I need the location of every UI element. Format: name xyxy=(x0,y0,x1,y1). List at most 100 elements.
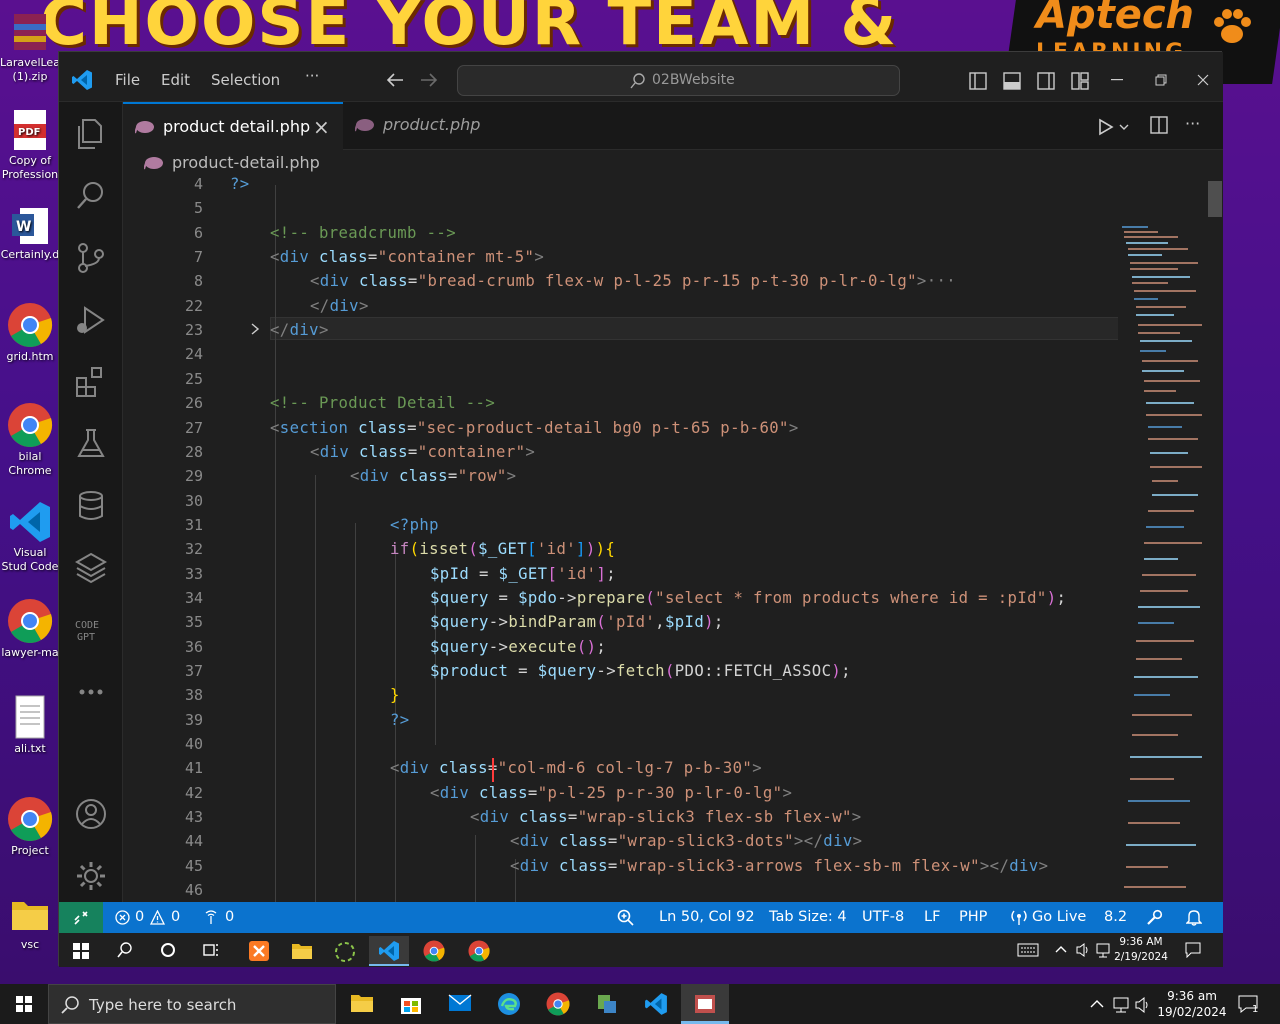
taskbar-mail[interactable] xyxy=(436,984,484,1024)
line-ending[interactable]: LF xyxy=(924,909,940,925)
keyboard-icon[interactable] xyxy=(1017,943,1039,957)
clock-date: 19/02/2024 xyxy=(1157,1005,1227,1019)
toggle-primary-sidebar-icon[interactable] xyxy=(969,72,987,90)
database-icon[interactable] xyxy=(73,488,109,524)
taskbar-vscode[interactable] xyxy=(369,936,409,966)
go-live-button[interactable]: Go Live xyxy=(1032,909,1086,925)
warning-icon[interactable] xyxy=(150,910,165,925)
chevron-down-icon[interactable] xyxy=(1118,122,1130,132)
desktop-icon-project[interactable]: Project xyxy=(0,796,60,858)
php-version[interactable]: 8.2 xyxy=(1104,909,1127,925)
accounts-icon[interactable] xyxy=(73,796,109,832)
taskbar-xampp[interactable] xyxy=(239,936,279,966)
notification-icon[interactable] xyxy=(1185,942,1201,958)
windows-start-icon[interactable] xyxy=(16,996,32,1012)
desktop-icon-grid-htm[interactable]: grid.htm xyxy=(0,302,60,364)
taskbar-app[interactable] xyxy=(583,984,631,1024)
menu-edit[interactable]: Edit xyxy=(161,71,190,89)
volume-icon[interactable] xyxy=(1134,996,1152,1014)
source-control-icon[interactable] xyxy=(73,240,109,276)
taskbar-search[interactable]: Type here to search xyxy=(48,984,336,1024)
restore-icon[interactable] xyxy=(1155,74,1167,86)
tab-close-icon[interactable]: × xyxy=(313,115,330,139)
ports-icon[interactable] xyxy=(203,910,219,925)
taskbar-chrome[interactable] xyxy=(414,936,454,966)
codegpt-icon[interactable]: CODEGPT xyxy=(73,612,109,648)
bell-icon[interactable] xyxy=(1186,909,1202,926)
minimize-icon[interactable] xyxy=(1111,79,1123,81)
close-window-icon[interactable] xyxy=(1197,74,1209,86)
code-token: ] xyxy=(576,540,586,559)
warning-count[interactable]: 0 xyxy=(171,909,180,925)
encoding[interactable]: UTF-8 xyxy=(862,909,904,925)
gear-icon[interactable] xyxy=(73,858,109,894)
desktop-icon-word-doc[interactable]: W Certainly.d xyxy=(0,206,60,262)
desktop-icon-ali-txt[interactable]: ali.txt xyxy=(0,694,60,756)
customize-layout-icon[interactable] xyxy=(1071,72,1089,90)
more-views-icon[interactable] xyxy=(73,674,109,710)
menu-selection[interactable]: Selection xyxy=(211,71,280,89)
taskbar-edge[interactable] xyxy=(485,984,533,1024)
run-icon[interactable] xyxy=(1098,118,1114,136)
taskbar-file-explorer[interactable] xyxy=(282,936,322,966)
volume-icon[interactable] xyxy=(1075,942,1091,958)
testing-icon[interactable] xyxy=(73,426,109,462)
search-icon[interactable] xyxy=(73,178,109,214)
ports-count[interactable]: 0 xyxy=(225,909,234,925)
cursor-position[interactable]: Ln 50, Col 92 xyxy=(659,909,755,925)
desktop-icon-laravel-zip[interactable]: LaravelLea (1).zip xyxy=(0,10,60,84)
menu-more[interactable]: ··· xyxy=(305,67,319,85)
taskbar-app[interactable] xyxy=(325,936,365,966)
zoom-icon[interactable] xyxy=(617,909,634,926)
extensions-icon[interactable] xyxy=(73,364,109,400)
forward-arrow-icon[interactable] xyxy=(420,72,438,88)
breadcrumb-file[interactable]: product-detail.php xyxy=(172,153,320,172)
code-token: -> xyxy=(488,637,509,656)
wrench-icon[interactable] xyxy=(1146,909,1163,926)
back-arrow-icon[interactable] xyxy=(386,72,404,88)
explorer-icon[interactable] xyxy=(73,116,109,152)
tab-product-detail[interactable]: product detail.php × xyxy=(123,102,343,150)
desktop-icon-lawyer-ma[interactable]: lawyer-ma xyxy=(0,598,60,660)
language-mode[interactable]: PHP xyxy=(959,909,987,925)
remote-indicator[interactable] xyxy=(59,902,103,933)
taskbar-file-explorer[interactable] xyxy=(338,984,386,1024)
taskbar-clock[interactable]: 9:36 am 19/02/2024 xyxy=(1152,988,1232,1020)
desktop-icon-vscode[interactable]: Visual Stud Code xyxy=(0,500,60,574)
search-icon[interactable] xyxy=(117,942,133,958)
tab-size[interactable]: Tab Size: 4 xyxy=(769,909,847,925)
code-editor[interactable]: 4 ?> 5 6 <!-- breadcrumb --> 7 <div class="con… xyxy=(123,175,1118,902)
error-icon[interactable] xyxy=(115,910,130,925)
taskbar-remote-desktop[interactable] xyxy=(681,984,729,1024)
chevron-up-icon[interactable] xyxy=(1090,999,1104,1008)
toggle-secondary-sidebar-icon[interactable] xyxy=(1037,72,1055,90)
task-view-icon[interactable] xyxy=(203,942,219,958)
line-number: 32 xyxy=(184,540,203,559)
cortana-icon[interactable] xyxy=(160,942,176,958)
desktop-icon-pdf[interactable]: PDF Copy of Profession xyxy=(0,108,60,182)
run-and-debug-icon[interactable] xyxy=(73,302,109,338)
error-count[interactable]: 0 xyxy=(135,909,144,925)
chevron-up-icon[interactable] xyxy=(1055,945,1067,953)
network-icon[interactable] xyxy=(1095,942,1111,958)
taskbar-chrome-2[interactable] xyxy=(459,936,499,966)
minimap[interactable] xyxy=(1118,175,1206,902)
taskbar-vscode[interactable] xyxy=(632,984,680,1024)
tab-product[interactable]: product.php xyxy=(343,102,493,150)
menu-file[interactable]: File xyxy=(115,71,140,89)
split-editor-icon[interactable] xyxy=(1150,116,1168,134)
chevron-right-icon[interactable] xyxy=(250,322,260,336)
windows-start-icon[interactable] xyxy=(73,943,89,959)
taskbar-chrome[interactable] xyxy=(534,984,582,1024)
network-icon[interactable] xyxy=(1112,996,1130,1014)
more-actions-icon[interactable]: ··· xyxy=(1185,114,1200,133)
inner-clock[interactable]: 9:36 AM 2/19/2024 xyxy=(1113,935,1169,965)
taskbar-store[interactable] xyxy=(387,984,435,1024)
layers-icon[interactable] xyxy=(73,550,109,586)
command-center-search[interactable]: 02BWebsite xyxy=(457,65,900,96)
toggle-panel-icon[interactable] xyxy=(1003,72,1021,90)
desktop-icon-bilal-chrome[interactable]: bilal Chrome xyxy=(0,402,60,478)
editor-scrollbar[interactable] xyxy=(1206,175,1223,902)
scrollbar-thumb[interactable] xyxy=(1208,181,1222,217)
desktop-icon-vsc[interactable]: vsc xyxy=(0,892,60,952)
